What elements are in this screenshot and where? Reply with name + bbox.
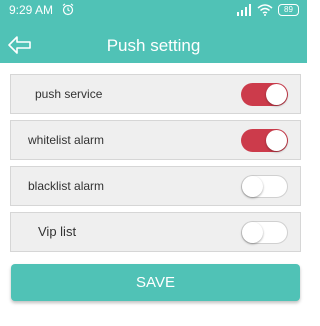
- toggle-knob: [266, 84, 287, 105]
- status-time: 9:29 AM: [9, 3, 54, 17]
- signal-icon: [237, 4, 251, 16]
- battery-icon: 89: [278, 4, 299, 16]
- vip-list-toggle[interactable]: [241, 221, 288, 244]
- wifi-icon: [257, 4, 273, 16]
- status-icons: 89: [236, 2, 299, 18]
- page-title: Push setting: [106, 36, 201, 55]
- setting-label: whitelist alarm: [28, 133, 105, 147]
- setting-row-push-service: push service: [10, 74, 301, 114]
- setting-label: blacklist alarm: [28, 179, 105, 193]
- setting-row-vip-list: Vip list: [10, 212, 301, 252]
- toggle-knob: [242, 222, 263, 243]
- setting-label: push service: [35, 87, 103, 101]
- toggle-knob: [266, 130, 287, 151]
- push-service-toggle[interactable]: [241, 83, 288, 106]
- setting-label: Vip list: [38, 224, 77, 239]
- app-header: 9:29 AM 89 Push setting: [0, 0, 307, 63]
- setting-row-whitelist-alarm: whitelist alarm: [10, 120, 301, 160]
- whitelist-alarm-toggle[interactable]: [241, 129, 288, 152]
- toggle-knob: [242, 176, 263, 197]
- alarm-clock-icon: [62, 3, 74, 16]
- blacklist-alarm-toggle[interactable]: [241, 175, 288, 198]
- status-bar: 9:29 AM 89: [0, 0, 307, 22]
- settings-list: push service whitelist alarm blacklist a…: [10, 74, 301, 258]
- setting-row-blacklist-alarm: blacklist alarm: [10, 166, 301, 206]
- save-button[interactable]: SAVE: [11, 264, 300, 301]
